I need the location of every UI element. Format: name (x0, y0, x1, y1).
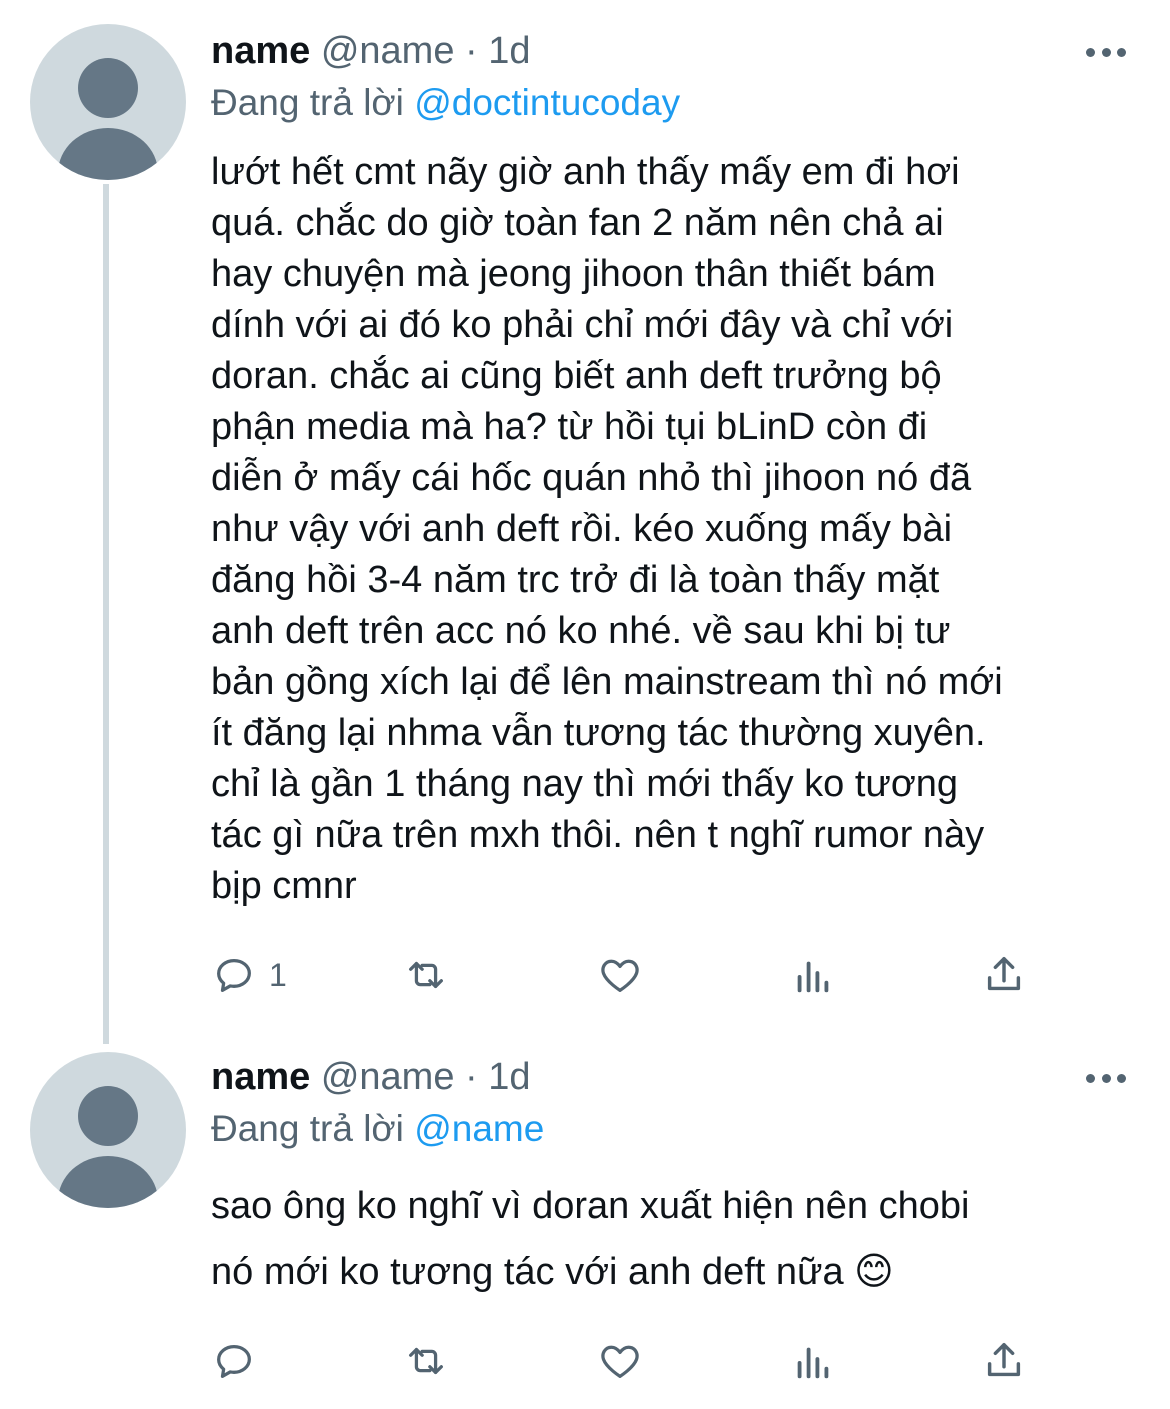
share-button[interactable] (981, 1336, 1027, 1386)
replying-to: Đang trả lời @doctintucoday (211, 78, 680, 128)
like-button[interactable] (597, 1336, 643, 1386)
retweet-button[interactable] (403, 1336, 449, 1386)
tweet-header: name @name · 1d (211, 26, 531, 76)
analytics-icon (797, 1347, 829, 1379)
timestamp[interactable]: 1d (488, 30, 530, 72)
user-handle[interactable]: @name (321, 30, 455, 72)
tweet[interactable]: name @name · 1d Đang trả lời @name sao ô… (0, 1040, 1170, 1409)
avatar-head-shape (78, 58, 138, 118)
analytics-button[interactable] (790, 950, 836, 1000)
avatar[interactable] (30, 1052, 186, 1208)
retweet-button[interactable] (403, 950, 449, 1000)
tweet-header: name @name · 1d (211, 1052, 531, 1102)
thread-connector-line (103, 184, 109, 1044)
avatar-head-shape (78, 1086, 138, 1146)
tweet[interactable]: name @name · 1d Đang trả lời @doctintuco… (0, 0, 1170, 1044)
avatar-body-shape (58, 1156, 158, 1208)
heart-icon (601, 1345, 639, 1378)
analytics-button[interactable] (790, 1336, 836, 1386)
separator-dot: · (465, 1056, 478, 1098)
like-button[interactable] (597, 950, 643, 1000)
more-icon[interactable] (1086, 46, 1126, 58)
replying-to-label: Đang trả lời (211, 82, 404, 123)
tweet-actions (211, 1336, 1051, 1386)
timestamp[interactable]: 1d (488, 1056, 530, 1098)
heart-icon (601, 959, 639, 992)
avatar-body-shape (58, 128, 158, 180)
tweet-text: sao ông ko nghĩ vì doran xuất hiện nên c… (211, 1185, 970, 1293)
replying-to-label: Đang trả lời (211, 1108, 404, 1149)
reply-button[interactable]: 1 (211, 950, 287, 1000)
reply-button[interactable] (211, 1336, 269, 1386)
user-handle[interactable]: @name (321, 1056, 455, 1098)
share-icon (987, 1342, 1021, 1377)
replying-to: Đang trả lời @name (211, 1104, 544, 1154)
share-button[interactable] (981, 950, 1027, 1000)
reply-count: 1 (269, 956, 287, 993)
reply-mention-link[interactable]: @doctintucoday (414, 82, 680, 123)
separator-dot: · (465, 30, 478, 72)
avatar[interactable] (30, 24, 186, 180)
analytics-icon (797, 961, 829, 993)
tweet-text: lướt hết cmt nãy giờ anh thấy mấy em đi … (211, 151, 1003, 907)
tweet-actions: 1 (211, 950, 1051, 1000)
retweet-icon (409, 961, 443, 989)
reply-mention-link[interactable]: @name (414, 1108, 544, 1149)
retweet-icon (409, 1347, 443, 1375)
display-name[interactable]: name (211, 30, 310, 72)
display-name[interactable]: name (211, 1056, 310, 1098)
share-icon (987, 956, 1021, 991)
more-icon[interactable] (1086, 1072, 1126, 1084)
reply-icon (217, 1344, 251, 1378)
reply-icon (217, 958, 251, 992)
